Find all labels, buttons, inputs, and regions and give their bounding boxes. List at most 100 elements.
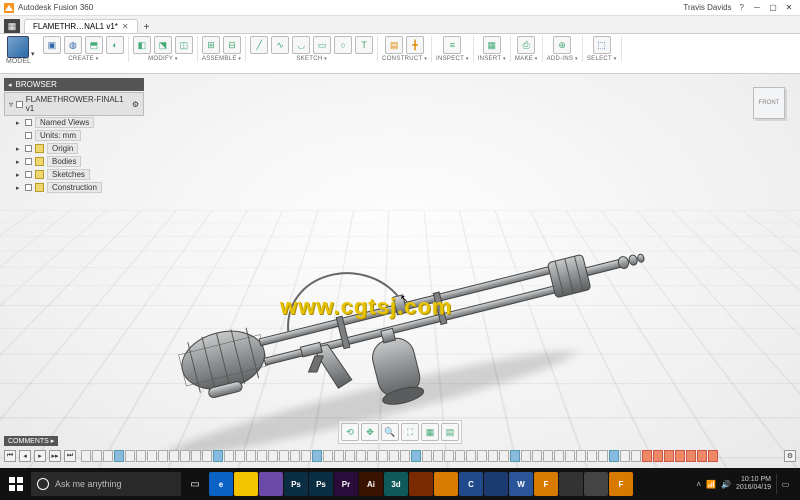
visibility-toggle[interactable] (25, 145, 32, 152)
timeline-feature[interactable] (279, 450, 289, 462)
fit-icon[interactable]: ⛶ (401, 423, 419, 441)
tree-item[interactable]: ▸Sketches (4, 168, 144, 181)
taskbar-app[interactable]: F (534, 472, 558, 496)
tree-item[interactable]: ▸Named Views (4, 116, 144, 129)
timeline-feature[interactable] (235, 450, 245, 462)
workspace-switcher[interactable]: MODEL (6, 36, 31, 65)
pan-icon[interactable]: ✥ (361, 423, 379, 441)
wifi-icon[interactable]: 📶 (706, 480, 716, 489)
user-name[interactable]: Travis Davids (683, 3, 731, 12)
viewport-3d[interactable]: www.cgtsj.com ↖ FRONT ◂ BROWSER ▿ FLAMET… (0, 74, 800, 468)
timeline-track[interactable] (79, 450, 781, 462)
timeline-feature[interactable] (444, 450, 454, 462)
taskbar-app[interactable]: C (459, 472, 483, 496)
taskbar-app[interactable]: Ps (284, 472, 308, 496)
timeline-feature[interactable] (114, 450, 124, 462)
assemble-rigid-icon[interactable]: ⊟ (223, 36, 241, 54)
cortana-search[interactable]: Ask me anything (31, 472, 181, 496)
timeline-feature[interactable] (532, 450, 542, 462)
timeline-feature[interactable] (389, 450, 399, 462)
clock[interactable]: 10:10 PM 2016/04/19 (736, 476, 771, 492)
timeline-feature[interactable] (345, 450, 355, 462)
timeline-feature[interactable] (268, 450, 278, 462)
ribbon-label-assemble[interactable]: ASSEMBLE (202, 56, 241, 62)
timeline-feature[interactable] (81, 450, 91, 462)
taskbar-app[interactable]: W (509, 472, 533, 496)
timeline-feature[interactable] (455, 450, 465, 462)
timeline-feature[interactable] (158, 450, 168, 462)
taskbar-app[interactable]: Ai (359, 472, 383, 496)
taskbar-app[interactable] (409, 472, 433, 496)
visibility-toggle[interactable] (25, 171, 32, 178)
timeline-feature[interactable] (323, 450, 333, 462)
taskbar-app[interactable]: Pr (334, 472, 358, 496)
timeline-feature[interactable] (257, 450, 267, 462)
timeline-feature[interactable] (708, 450, 718, 462)
visibility-toggle[interactable] (16, 101, 23, 108)
select-icon[interactable]: ⬚ (593, 36, 611, 54)
volume-icon[interactable]: 🔊 (721, 480, 731, 489)
assemble-joint-icon[interactable]: ⊞ (202, 36, 220, 54)
timeline-feature[interactable] (367, 450, 377, 462)
sketch-spline-icon[interactable]: ∿ (271, 36, 289, 54)
timeline-feature[interactable] (147, 450, 157, 462)
timeline-feature[interactable] (312, 450, 322, 462)
timeline-feature[interactable] (609, 450, 619, 462)
orbit-icon[interactable]: ⟲ (341, 423, 359, 441)
timeline-feature[interactable] (521, 450, 531, 462)
timeline-settings-button[interactable]: ⚙ (784, 450, 796, 462)
timeline-feature[interactable] (301, 450, 311, 462)
expand-icon[interactable]: ▿ (9, 100, 13, 109)
modify-press-icon[interactable]: ⬔ (154, 36, 172, 54)
document-tab[interactable]: FLAMETHR…NAL1 v1* ✕ (24, 19, 138, 33)
task-view-button[interactable]: ▭ (182, 471, 208, 497)
visibility-toggle[interactable] (25, 158, 32, 165)
timeline-next-button[interactable]: ▸▸ (49, 450, 61, 462)
visibility-toggle[interactable] (25, 132, 32, 139)
timeline-feature[interactable] (422, 450, 432, 462)
help-icon[interactable]: ? (740, 3, 744, 12)
timeline-feature[interactable] (191, 450, 201, 462)
ribbon-label-create[interactable]: CREATE (68, 56, 98, 62)
settings-icon[interactable]: ⚙ (132, 100, 139, 109)
timeline-feature[interactable] (92, 450, 102, 462)
ribbon-label-make[interactable]: MAKE (515, 56, 538, 62)
timeline-feature[interactable] (103, 450, 113, 462)
timeline-feature[interactable] (411, 450, 421, 462)
data-panel-toggle[interactable]: ▦ (4, 19, 20, 33)
timeline-feature[interactable] (499, 450, 509, 462)
tree-item[interactable]: ▸Origin (4, 142, 144, 155)
taskbar-app[interactable]: 3d (384, 472, 408, 496)
timeline-feature[interactable] (378, 450, 388, 462)
display-icon[interactable]: ▦ (421, 423, 439, 441)
taskbar-app[interactable] (484, 472, 508, 496)
timeline-feature[interactable] (246, 450, 256, 462)
addins-icon[interactable]: ⊕ (553, 36, 571, 54)
sketch-circle-icon[interactable]: ○ (334, 36, 352, 54)
timeline-feature[interactable] (290, 450, 300, 462)
timeline-end-button[interactable]: ⏭ (64, 450, 76, 462)
ribbon-label-addins[interactable]: ADD-INS (547, 56, 578, 62)
flamethrower-model[interactable] (150, 224, 670, 424)
taskbar-app[interactable]: F (609, 472, 633, 496)
zoom-icon[interactable]: 🔍 (381, 423, 399, 441)
taskbar-app[interactable]: Ps (309, 472, 333, 496)
timeline-feature[interactable] (675, 450, 685, 462)
visibility-toggle[interactable] (25, 184, 32, 191)
timeline-feature[interactable] (477, 450, 487, 462)
make-3dprint-icon[interactable]: ⎙ (517, 36, 535, 54)
sketch-rect-icon[interactable]: ▭ (313, 36, 331, 54)
insert-decal-icon[interactable]: ▦ (483, 36, 501, 54)
taskbar-app[interactable]: e (209, 472, 233, 496)
sketch-line-icon[interactable]: ╱ (250, 36, 268, 54)
modify-fillet-icon[interactable]: ◧ (133, 36, 151, 54)
timeline-feature[interactable] (565, 450, 575, 462)
collapse-icon[interactable]: ◂ (8, 81, 12, 89)
maximize-button[interactable]: ▢ (766, 2, 780, 14)
timeline-feature[interactable] (169, 450, 179, 462)
timeline-feature[interactable] (554, 450, 564, 462)
comments-panel-header[interactable]: COMMENTS ▸ (4, 436, 58, 446)
system-tray[interactable]: ˄ 📶 🔊 10:10 PM 2016/04/19 ▭ (696, 474, 798, 494)
taskbar-app[interactable] (584, 472, 608, 496)
construct-plane-icon[interactable]: ▤ (385, 36, 403, 54)
